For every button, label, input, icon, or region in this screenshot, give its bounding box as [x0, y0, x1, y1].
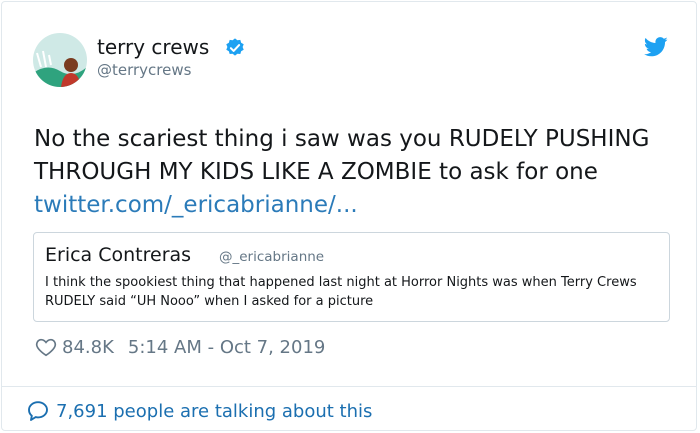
quoted-text: I think the spookiest thing that happene…	[45, 275, 637, 309]
avatar-image	[33, 33, 87, 87]
like-count[interactable]: 84.8K	[62, 337, 114, 358]
author-handle[interactable]: @terrycrews	[97, 61, 191, 79]
quoted-author-name: Erica Contreras	[45, 244, 192, 266]
tweet-link[interactable]: twitter.com/_ericabrianne/...	[34, 192, 358, 218]
timestamp[interactable]: 5:14 AM - Oct 7, 2019	[128, 337, 325, 358]
tweet-meta: 84.8K 5:14 AM - Oct 7, 2019	[35, 334, 325, 360]
tweet-body: No the scariest thing i saw was you RUDE…	[34, 126, 650, 185]
quoted-author-handle: @_ericabrianne	[219, 249, 325, 265]
twitter-bird-icon[interactable]	[644, 36, 668, 58]
verified-badge-icon	[226, 38, 244, 56]
heart-icon[interactable]	[35, 336, 57, 358]
conversation-count-text[interactable]: 7,691 people are talking about this	[56, 401, 372, 422]
quoted-tweet[interactable]: Erica Contreras @_ericabrianne I think t…	[33, 232, 670, 322]
tweet-text: No the scariest thing i saw was you RUDE…	[34, 123, 674, 222]
conversation-link[interactable]: 7,691 people are talking about this	[26, 397, 372, 425]
avatar[interactable]	[33, 33, 87, 87]
divider	[2, 386, 696, 387]
tweet-card: terry crews @terrycrews No the scariest …	[1, 1, 697, 431]
speech-bubble-icon	[28, 401, 48, 421]
author-name[interactable]: terry crews	[97, 35, 209, 59]
